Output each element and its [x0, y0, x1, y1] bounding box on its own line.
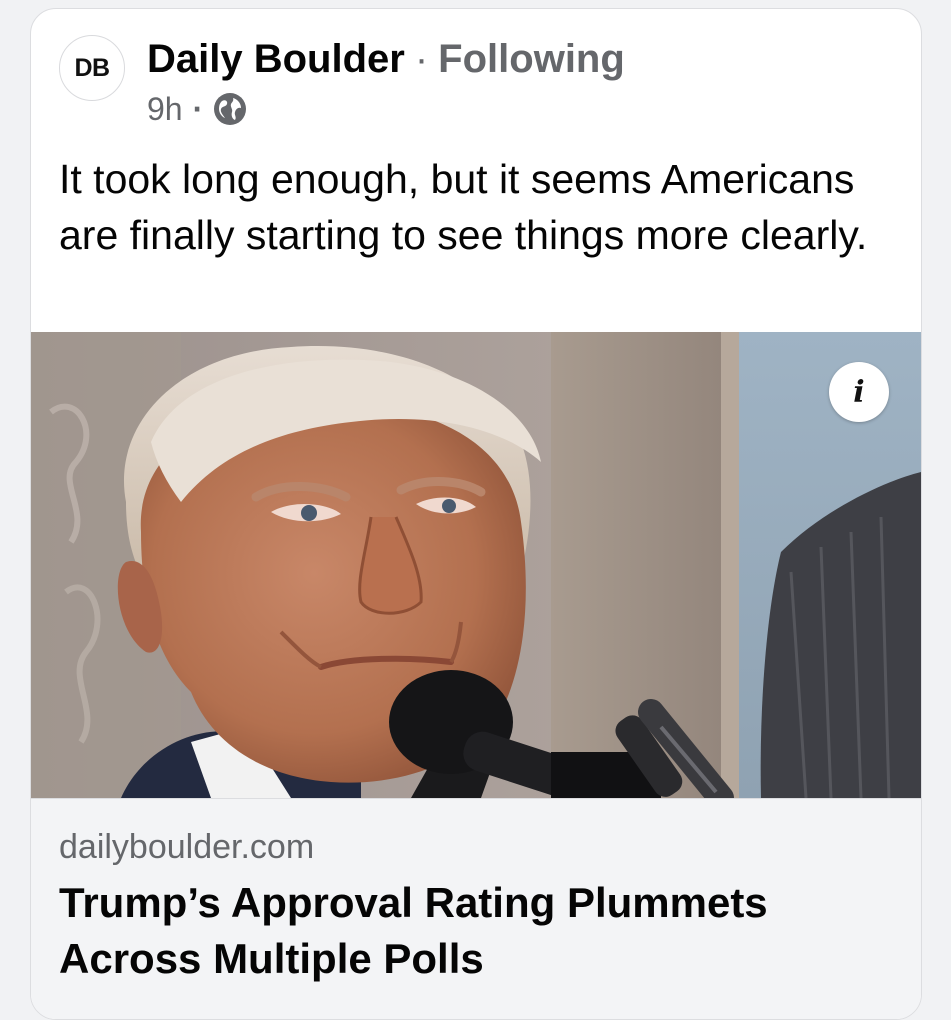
post-card: DB Daily Boulder · Following 9h · It took … — [30, 8, 922, 1020]
name-line: Daily Boulder · Following — [147, 35, 625, 83]
globe-icon[interactable] — [213, 92, 247, 126]
post-image[interactable]: i — [31, 332, 921, 798]
meta-separator: · — [192, 91, 204, 127]
name-separator: · — [414, 37, 429, 81]
post-header: DB Daily Boulder · Following 9h · — [31, 9, 921, 139]
page-avatar[interactable]: DB — [59, 35, 125, 101]
post-message: It took long enough, but it seems Americ… — [59, 156, 868, 258]
link-domain: dailyboulder.com — [59, 828, 315, 866]
post-meta: 9h · — [147, 89, 247, 129]
link-title[interactable]: Trump’s Approval Rating Plummets Across … — [59, 875, 899, 987]
post-timestamp[interactable]: 9h — [147, 89, 183, 129]
info-icon[interactable]: i — [829, 362, 889, 422]
info-label: i — [853, 374, 865, 410]
following-button[interactable]: Following — [438, 37, 625, 81]
avatar-initials: DB — [74, 53, 110, 82]
link-preview[interactable]: dailyboulder.com Trump’s Approval Rating… — [31, 798, 921, 1019]
page-name-link[interactable]: Daily Boulder — [147, 37, 405, 81]
